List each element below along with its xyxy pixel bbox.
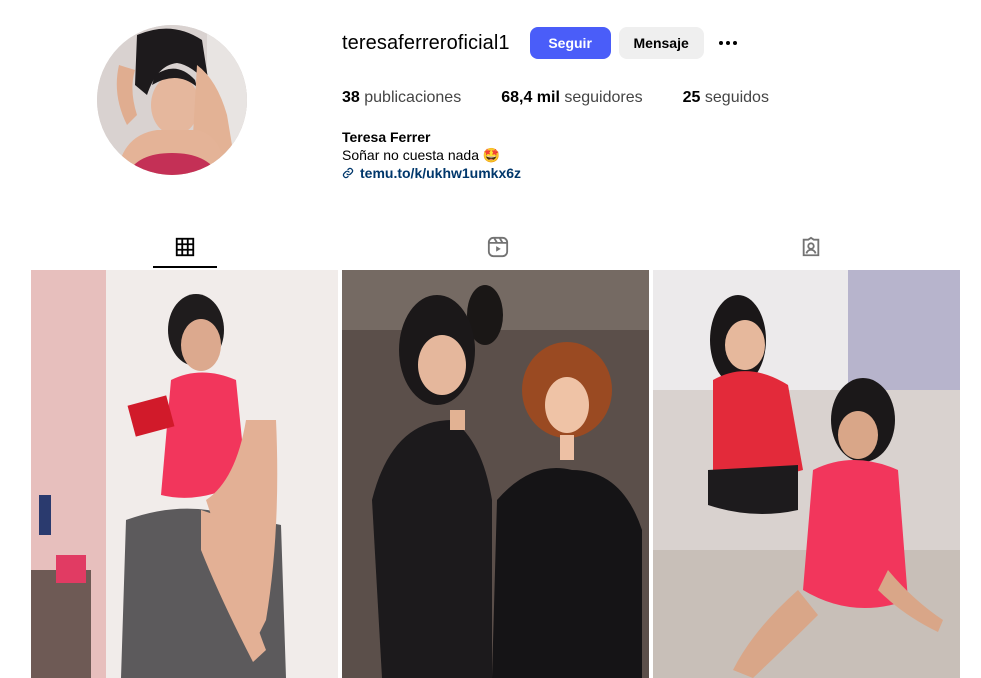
- post-thumbnail[interactable]: [31, 270, 338, 678]
- tab-reels[interactable]: [466, 232, 530, 268]
- bio: Teresa Ferrer Soñar no cuesta nada 🤩 tem…: [342, 128, 521, 182]
- profile-tabs: [31, 232, 962, 268]
- profile-stats: 38 publicaciones 68,4 mil seguidores 25 …: [342, 89, 809, 107]
- bio-text: Soñar no cuesta nada 🤩: [342, 147, 501, 163]
- post-thumbnail[interactable]: [342, 270, 649, 678]
- posts-count: 38 publicaciones: [342, 89, 462, 106]
- star-struck-emoji: 🤩: [482, 147, 501, 163]
- following-count[interactable]: 25 seguidos: [683, 89, 769, 107]
- more-options-icon[interactable]: [716, 31, 740, 55]
- posts-grid: [31, 270, 962, 678]
- profile-avatar[interactable]: [97, 25, 247, 175]
- tagged-icon: [802, 236, 820, 257]
- reels-icon: [487, 236, 509, 258]
- grid-icon: [175, 237, 195, 257]
- followers-count[interactable]: 68,4 mil seguidores: [501, 89, 642, 107]
- follow-button[interactable]: Seguir: [529, 27, 611, 59]
- username: teresaferreroficial1: [342, 31, 510, 54]
- message-button[interactable]: Mensaje: [618, 27, 704, 59]
- link-icon: [342, 167, 354, 179]
- tab-tagged[interactable]: [779, 232, 843, 268]
- bio-link[interactable]: temu.to/k/ukhw1umkx6z: [342, 164, 521, 182]
- tab-posts[interactable]: [153, 232, 217, 268]
- full-name: Teresa Ferrer: [342, 129, 431, 145]
- post-thumbnail[interactable]: [653, 270, 960, 678]
